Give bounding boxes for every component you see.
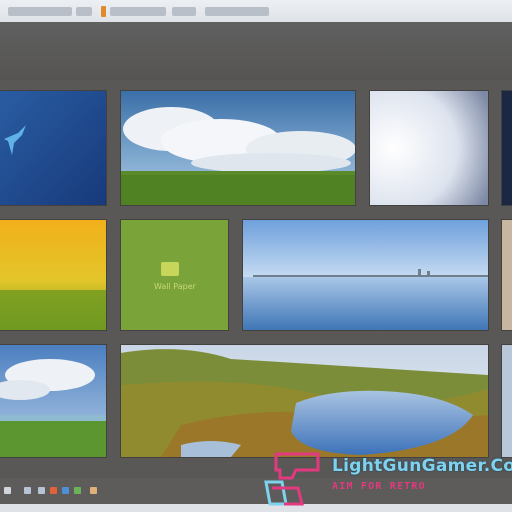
tile-cloudy-meadow[interactable] [121,91,355,205]
tile-calm-lake[interactable] [243,220,488,330]
title-bar [0,0,512,23]
tile-gradient-sky[interactable] [370,91,488,205]
tile-caption: Wall Paper [154,282,196,291]
folder-icon[interactable] [101,6,106,17]
tile-green-folder[interactable]: Wall Paper [121,220,228,330]
breadcrumb-segment[interactable] [110,7,166,16]
watermark-subtitle: AIM FOR RETRO [332,481,426,492]
tile-partial[interactable] [502,220,512,330]
breadcrumb-segment[interactable] [205,7,269,16]
status-icon[interactable] [24,487,31,494]
breadcrumb-segment[interactable] [8,7,72,16]
watermark-title: LightGunGamer.Com [332,456,512,476]
status-icon[interactable] [90,487,97,494]
watermark: LightGunGamer.Com AIM FOR RETRO [262,446,512,512]
toolbar [0,22,512,80]
status-icon[interactable] [4,487,11,494]
status-icon[interactable] [62,487,69,494]
status-icon[interactable] [38,487,45,494]
tile-partial[interactable] [502,345,512,457]
status-icon[interactable] [74,487,81,494]
tile-partial[interactable] [502,91,512,205]
tile-grass-sky[interactable] [0,345,106,457]
breadcrumb-segment[interactable] [172,7,196,16]
breadcrumb-segment[interactable] [76,7,92,16]
light-gun-icon [264,452,320,506]
folder-icon [161,262,179,276]
tile-tundra-pond[interactable] [121,345,488,457]
tile-yellow-field[interactable] [0,220,106,330]
tile-blue-bird[interactable] [0,91,106,205]
status-icon[interactable] [50,487,57,494]
